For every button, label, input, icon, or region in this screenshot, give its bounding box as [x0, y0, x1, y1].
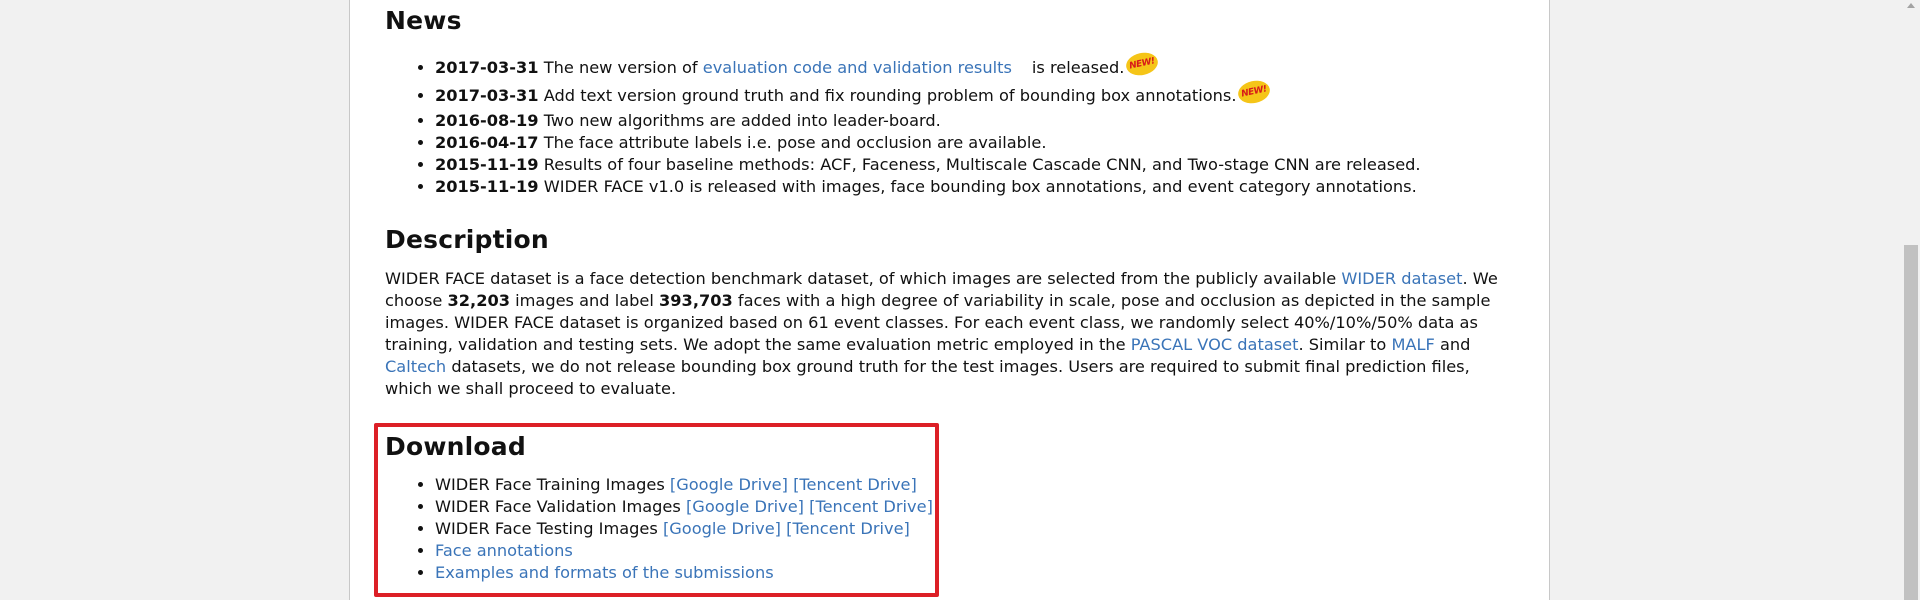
pascal-voc-link[interactable]: PASCAL VOC dataset: [1131, 335, 1299, 354]
description-text: images and label: [509, 291, 660, 310]
news-date: 2017-03-31: [435, 58, 539, 77]
face-count: 393,703: [659, 291, 733, 310]
scrollbar-thumb[interactable]: [1904, 245, 1918, 600]
description-text: WIDER FACE dataset is a face detection b…: [385, 269, 1342, 288]
news-date: 2017-03-31: [435, 86, 539, 105]
caltech-link[interactable]: Caltech: [385, 357, 446, 376]
news-text: The face attribute labels i.e. pose and …: [543, 133, 1047, 152]
news-item: 2015-11-19 Results of four baseline meth…: [435, 154, 1575, 176]
news-heading: News: [385, 6, 462, 35]
news-date: 2016-08-19: [435, 111, 539, 130]
evaluation-code-link[interactable]: evaluation code and validation results: [703, 58, 1012, 77]
news-text: The new version of: [543, 58, 703, 77]
description-heading: Description: [385, 225, 549, 254]
wider-dataset-link[interactable]: WIDER dataset: [1341, 269, 1462, 288]
download-highlight-box: [374, 423, 939, 597]
news-date: 2015-11-19: [435, 155, 539, 174]
news-item: 2016-04-17 The face attribute labels i.e…: [435, 132, 1575, 154]
news-list: 2017-03-31 The new version of evaluation…: [385, 49, 1575, 198]
new-badge-icon: NEW!: [1236, 77, 1273, 106]
description-text: and: [1434, 335, 1471, 354]
description-text: datasets, we do not release bounding box…: [385, 357, 1470, 398]
news-text: is released.: [1031, 58, 1125, 77]
news-date: 2016-04-17: [435, 133, 539, 152]
vertical-scrollbar[interactable]: [1902, 0, 1920, 600]
news-date: 2015-11-19: [435, 177, 539, 196]
news-text: Results of four baseline methods: ACF, F…: [543, 155, 1421, 174]
description-paragraph: WIDER FACE dataset is a face detection b…: [385, 268, 1520, 400]
new-badge-icon: NEW!: [1124, 49, 1161, 78]
description-text: . Similar to: [1298, 335, 1392, 354]
news-item: 2015-11-19 WIDER FACE v1.0 is released w…: [435, 176, 1575, 198]
news-item: 2017-03-31 Add text version ground truth…: [435, 77, 1575, 110]
scroll-up-arrow-icon[interactable]: [1907, 3, 1915, 8]
news-text: Two new algorithms are added into leader…: [543, 111, 941, 130]
news-item: 2017-03-31 The new version of evaluation…: [435, 49, 1575, 82]
news-item: 2016-08-19 Two new algorithms are added …: [435, 110, 1575, 132]
news-text: Add text version ground truth and fix ro…: [543, 86, 1237, 105]
news-text: WIDER FACE v1.0 is released with images,…: [543, 177, 1417, 196]
image-count: 32,203: [447, 291, 510, 310]
malf-link[interactable]: MALF: [1391, 335, 1434, 354]
